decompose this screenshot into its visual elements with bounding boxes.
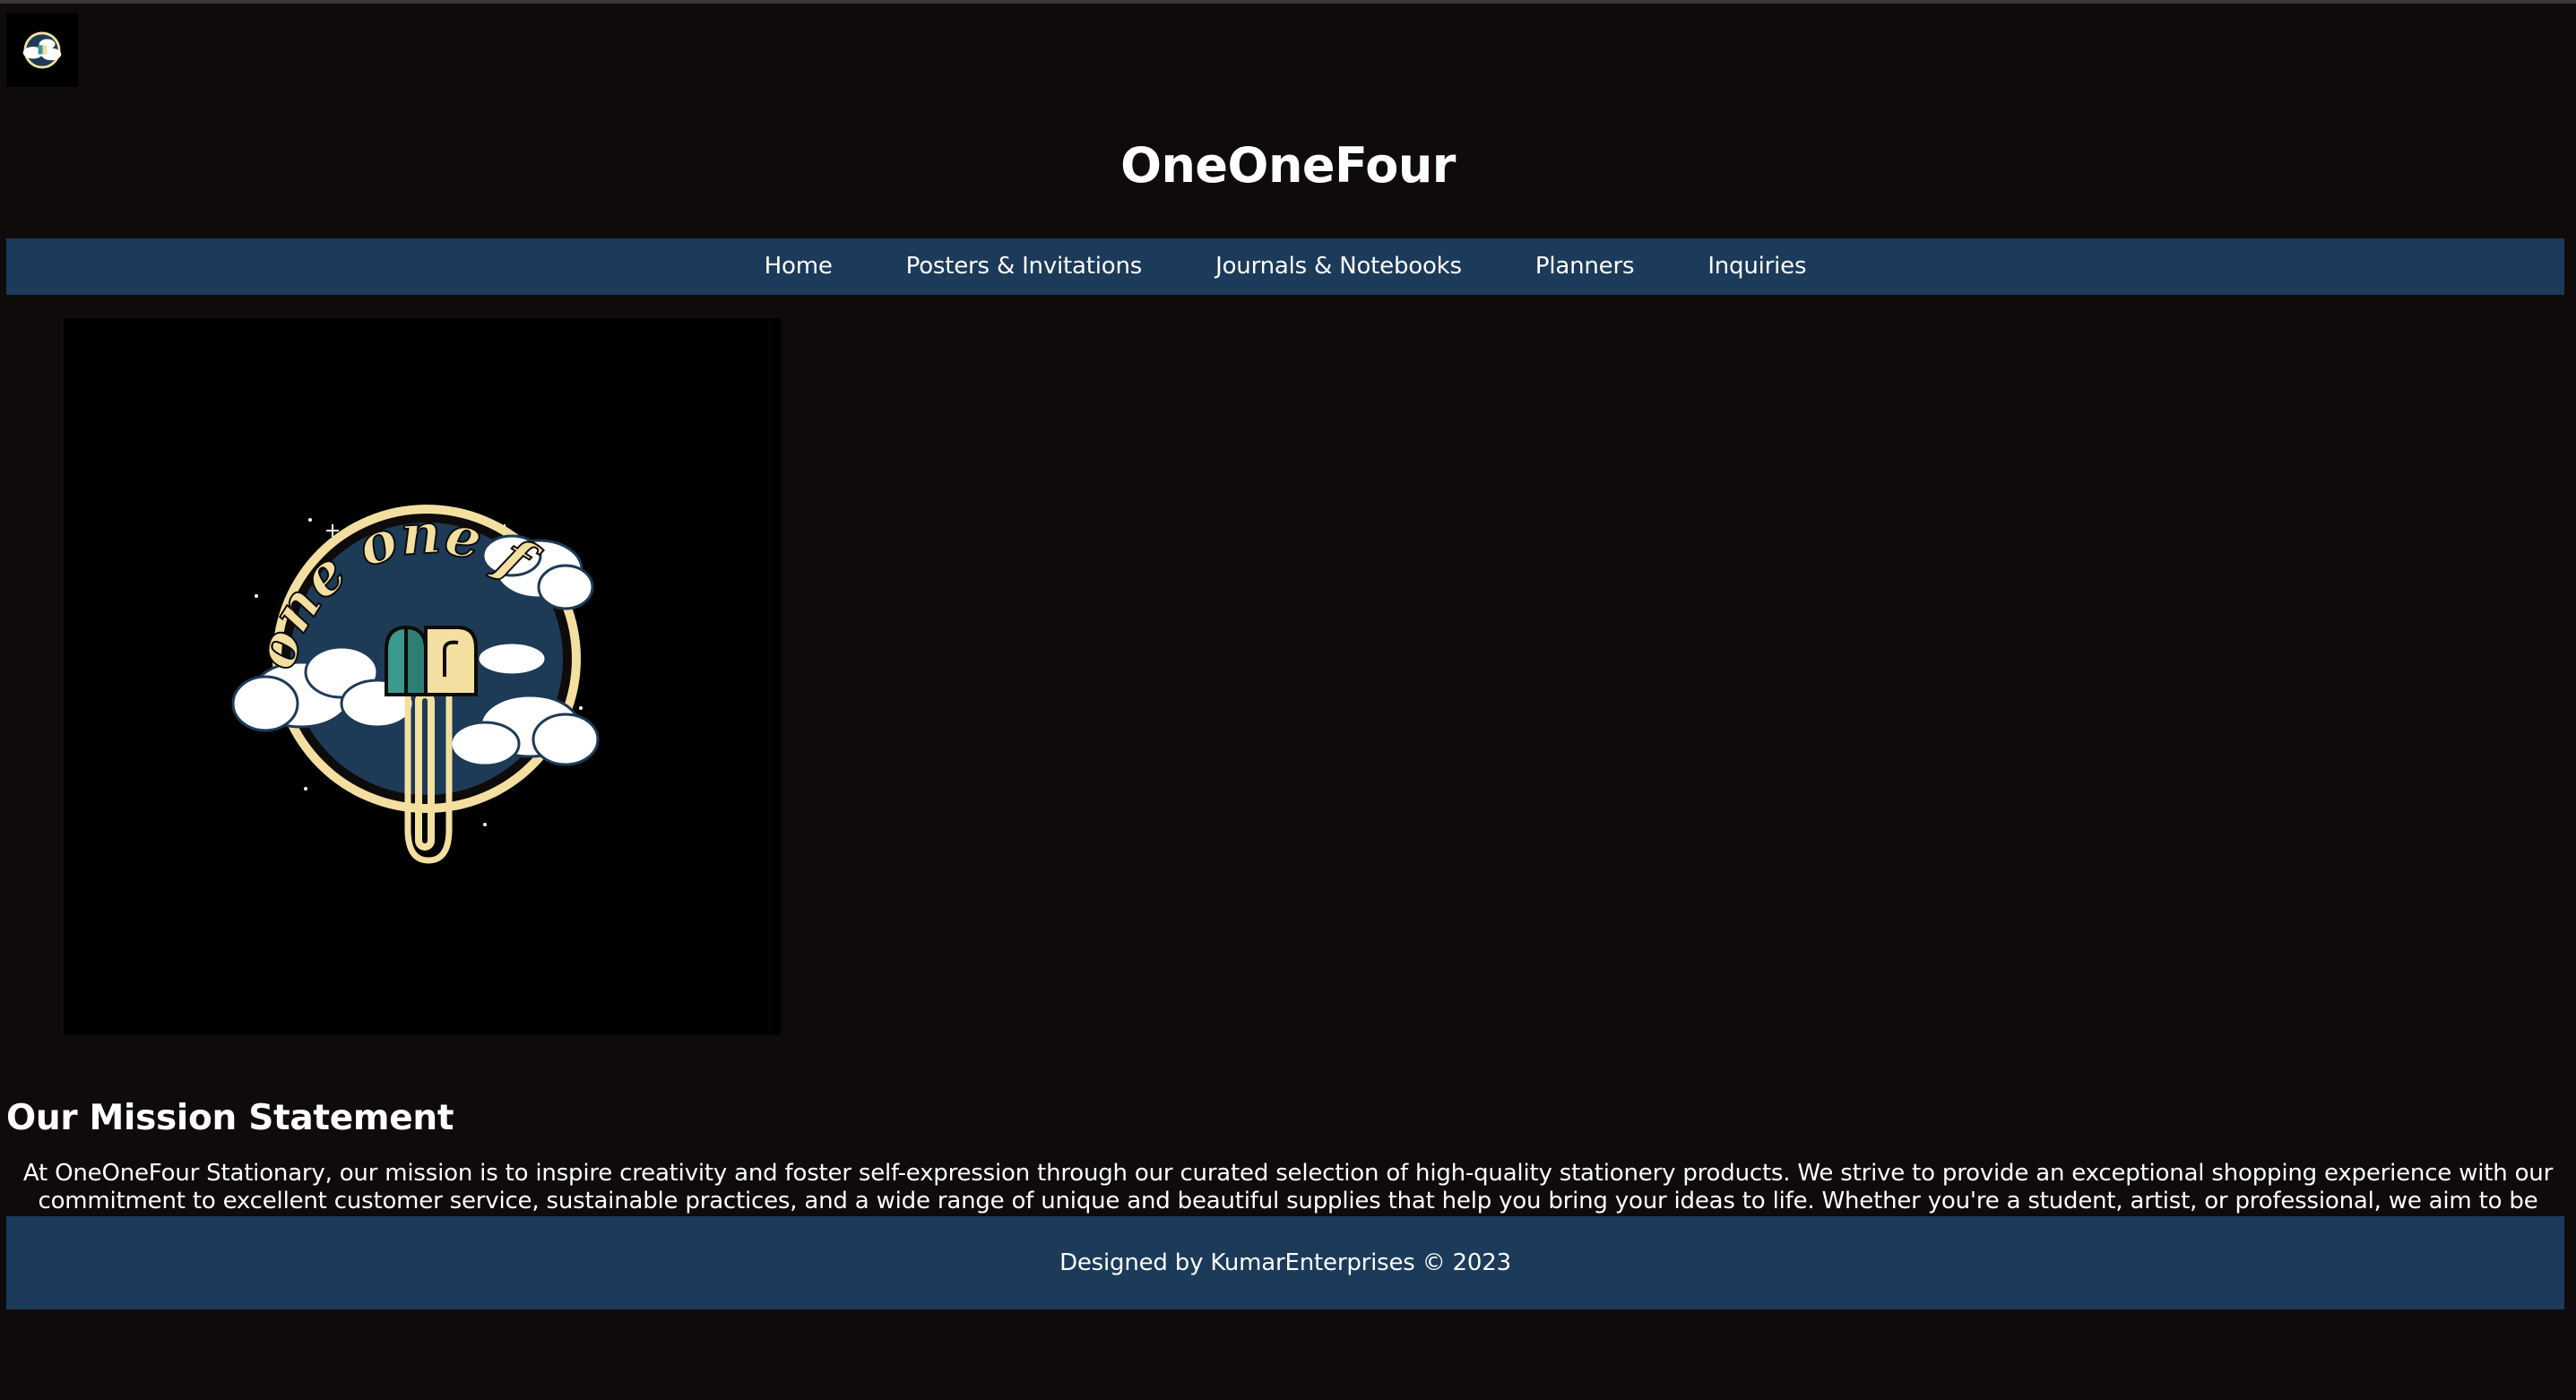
nav-posters-invitations[interactable]: Posters & Invitations — [906, 238, 1143, 295]
site-logo-icon — [22, 31, 62, 69]
nav-planners[interactable]: Planners — [1535, 238, 1635, 295]
nav-inquiries[interactable]: Inquiries — [1707, 238, 1806, 295]
hero-logo-image: one one four — [42, 265, 781, 1035]
site-logo-link[interactable] — [6, 13, 78, 87]
window-top-border — [0, 0, 2576, 4]
site-title: OneOneFour — [1120, 137, 1456, 194]
mailbox-globe-logo-icon: one one four — [42, 265, 600, 864]
mission-heading: Our Mission Statement — [6, 1098, 454, 1139]
nav-home[interactable]: Home — [765, 238, 833, 295]
site-footer: Designed by KumarEnterprises © 2023 — [6, 1216, 2564, 1309]
nav-journals-notebooks[interactable]: Journals & Notebooks — [1215, 238, 1462, 295]
footer-credit-text: Designed by KumarEnterprises © 2023 — [1059, 1249, 1511, 1276]
main-navigation: Home Posters & Invitations Journals & No… — [6, 238, 2564, 295]
